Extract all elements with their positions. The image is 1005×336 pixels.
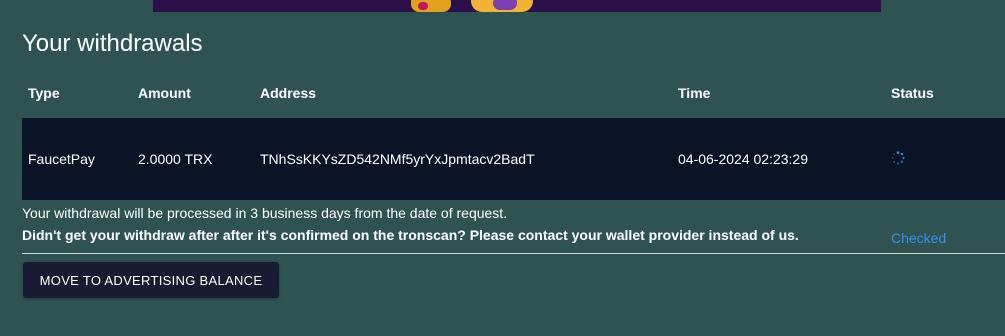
banner-art bbox=[418, 2, 428, 10]
contact-note: Didn't get your withdraw after after it'… bbox=[22, 227, 799, 243]
table-row: FaucetPay 2.0000 TRX TNhSsKKYsZD542NMf5y… bbox=[22, 118, 1005, 246]
table-header-row: Type Amount Address Time Status bbox=[22, 72, 1005, 118]
page-title: Your withdrawals bbox=[22, 30, 203, 57]
cell-time: 04-06-2024 02:23:29 bbox=[678, 151, 808, 167]
advertisement-banner[interactable] bbox=[153, 0, 881, 12]
column-header-amount: Amount bbox=[138, 85, 191, 101]
cell-address: TNhSsKKYsZD542NMf5yrYxJpmtacv2BadT bbox=[260, 151, 535, 167]
column-header-address: Address bbox=[260, 85, 317, 101]
status-badge: Checked bbox=[891, 151, 946, 246]
column-header-time: Time bbox=[678, 85, 711, 101]
spinner-icon bbox=[891, 151, 905, 165]
withdrawals-table: Type Amount Address Time Status FaucetPa… bbox=[22, 72, 1005, 246]
cell-type: FaucetPay bbox=[28, 151, 95, 167]
banner-art bbox=[411, 0, 451, 12]
processing-note: Your withdrawal will be processed in 3 b… bbox=[22, 205, 508, 221]
divider bbox=[22, 253, 1005, 254]
status-label: Checked bbox=[891, 230, 947, 246]
column-header-status: Status bbox=[891, 85, 934, 101]
banner-art bbox=[493, 0, 517, 10]
cell-amount: 2.0000 TRX bbox=[138, 151, 213, 167]
move-to-advertising-balance-button[interactable]: MOVE TO ADVERTISING BALANCE bbox=[23, 262, 279, 298]
column-header-type: Type bbox=[28, 85, 60, 101]
